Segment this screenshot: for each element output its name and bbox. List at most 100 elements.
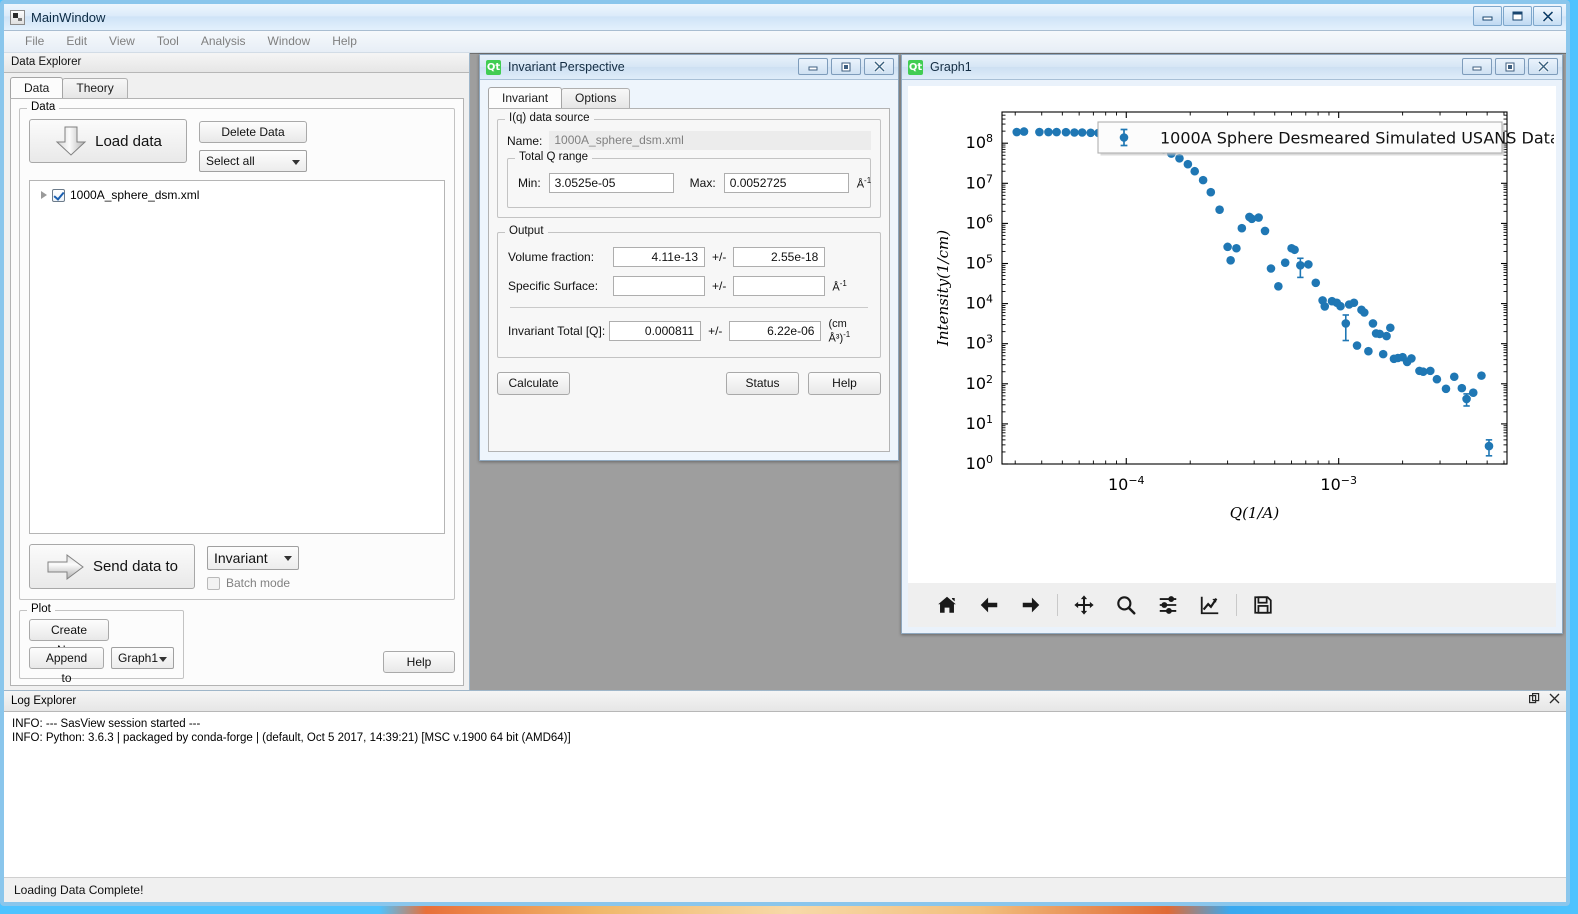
invariant-close-button[interactable] [864, 58, 894, 75]
volume-fraction-error-input[interactable] [733, 247, 826, 267]
tab-theory[interactable]: Theory [62, 78, 128, 98]
list-item[interactable]: 1000A_sphere_dsm.xml [34, 186, 440, 204]
batch-mode-label: Batch mode [226, 576, 291, 590]
svg-text:Q(1/A): Q(1/A) [1230, 504, 1280, 522]
svg-text:103: 103 [966, 333, 993, 353]
append-to-button[interactable]: Append to [29, 647, 104, 685]
invariant-titlebar: Qt Invariant Perspective [480, 55, 898, 80]
invariant-help-button[interactable]: Help [808, 371, 881, 395]
log-explorer-dock: Log Explorer INFO: --- SasView session s… [4, 690, 1566, 877]
volume-fraction-label: Volume fraction: [508, 250, 595, 264]
tab-options[interactable]: Options [561, 88, 631, 108]
graph-minimize-button[interactable] [1462, 58, 1492, 75]
graph-select-combo[interactable]: Graph1 [111, 647, 174, 669]
list-item-label: 1000A_sphere_dsm.xml [70, 188, 200, 202]
log-explorer-title: Log Explorer [11, 695, 77, 707]
menu-window[interactable]: Window [257, 31, 322, 52]
invariant-total-input[interactable] [609, 321, 702, 342]
name-value: 1000A_sphere_dsm.xml [549, 131, 871, 150]
menu-edit[interactable]: Edit [55, 31, 98, 52]
log-output[interactable]: INFO: --- SasView session started --- IN… [4, 712, 1566, 877]
mdi-area: Qt Invariant Perspective Invariant Optio… [470, 53, 1566, 690]
load-row: Load data Delete Data Select all [29, 119, 445, 172]
down-arrow-icon [54, 125, 88, 157]
specific-surface-error-input[interactable] [733, 276, 826, 296]
invariant-total-label: Invariant Total [Q]: [508, 324, 606, 339]
invariant-minimize-button[interactable] [798, 58, 828, 75]
svg-text:100: 100 [966, 453, 993, 473]
float-icon[interactable] [1529, 691, 1540, 711]
data-explorer-help-button[interactable]: Help [383, 651, 455, 673]
data-explorer-dock: Data Explorer Data Theory Data Load data… [4, 53, 470, 690]
menu-help[interactable]: Help [321, 31, 368, 52]
close-icon[interactable] [1549, 691, 1560, 711]
iq-data-source-legend: I(q) data source [505, 112, 594, 124]
menu-tool[interactable]: Tool [146, 31, 190, 52]
q-range-row: Min: Max: Å-1 [518, 173, 871, 193]
toolbar-separator [1236, 594, 1237, 616]
calculate-button[interactable]: Calculate [497, 371, 570, 395]
tab-invariant[interactable]: Invariant [488, 87, 563, 108]
menu-file[interactable]: File [14, 31, 55, 52]
graph-window-title: Graph1 [930, 60, 972, 74]
edit-curves-icon[interactable] [1189, 586, 1231, 624]
status-button[interactable]: Status [726, 371, 799, 395]
invariant-window-title: Invariant Perspective [508, 60, 625, 74]
delete-data-button[interactable]: Delete Data [199, 121, 307, 143]
invariant-total-pm: +/- [708, 324, 723, 339]
qmin-label: Min: [518, 176, 541, 190]
graph-maximize-button[interactable] [1495, 58, 1525, 75]
data-explorer-tabs: Data Theory [10, 77, 464, 98]
expand-triangle-icon[interactable] [41, 191, 47, 199]
configure-subplots-icon[interactable] [1147, 586, 1189, 624]
tab-data[interactable]: Data [10, 77, 64, 98]
total-q-range-legend: Total Q range [515, 151, 593, 163]
data-tree[interactable]: 1000A_sphere_dsm.xml [29, 180, 445, 534]
scatter-plot[interactable]: 100 101 102 103 104 105 106 107 108 10−4 10−3 Q(1/A… [908, 86, 1554, 568]
volume-fraction-input[interactable] [613, 247, 705, 267]
invariant-maximize-button[interactable] [831, 58, 861, 75]
close-button[interactable] [1533, 6, 1562, 26]
invariant-total-error-input[interactable] [729, 321, 822, 342]
data-group: Data Load data Delete Data Select all 10… [19, 101, 455, 600]
batch-mode-row[interactable]: Batch mode [207, 576, 299, 590]
invariant-total-row: Invariant Total [Q]: +/- (cm Å³)-1 [508, 318, 870, 345]
zoom-icon[interactable] [1105, 586, 1147, 624]
send-row: Send data to Invariant Batch mode [29, 544, 445, 590]
name-label: Name: [507, 133, 543, 148]
plot-group: Plot Create New Append to Graph1 [19, 603, 184, 685]
app-icon [10, 9, 25, 25]
data-explorer-title: Data Explorer [4, 53, 469, 73]
specific-surface-input[interactable] [613, 276, 705, 296]
qmin-input[interactable] [548, 173, 674, 193]
log-explorer-title-bar: Log Explorer [4, 691, 1566, 712]
invariant-window-buttons [798, 58, 894, 75]
back-arrow-icon[interactable] [968, 586, 1010, 624]
specific-surface-unit: Å-1 [832, 278, 847, 294]
forward-arrow-icon[interactable] [1010, 586, 1052, 624]
svg-text:108: 108 [966, 132, 993, 152]
save-figure-icon[interactable] [1242, 586, 1284, 624]
minimize-button[interactable] [1473, 6, 1502, 26]
load-data-label: Load data [95, 132, 162, 150]
create-new-button[interactable]: Create New [29, 619, 109, 657]
pan-icon[interactable] [1063, 586, 1105, 624]
send-data-to-button[interactable]: Send data to [29, 544, 195, 589]
item-checkbox[interactable] [52, 188, 65, 202]
svg-text:107: 107 [966, 172, 993, 192]
data-explorer-content: Data Theory Data Load data Delete Data S… [4, 73, 469, 690]
figure-area[interactable]: 100 101 102 103 104 105 106 107 108 10−4 10−3 Q(1/A… [908, 86, 1556, 583]
output-group: Output Volume fraction: +/- Specific Sur… [497, 225, 881, 358]
home-icon[interactable] [926, 586, 968, 624]
load-data-button[interactable]: Load data [29, 119, 187, 163]
maximize-button[interactable] [1503, 6, 1532, 26]
menu-view[interactable]: View [98, 31, 146, 52]
graph-close-button[interactable] [1528, 58, 1558, 75]
invariant-button-row: Calculate Status Help [497, 371, 881, 395]
qmax-input[interactable] [723, 173, 849, 193]
svg-text:10−3: 10−3 [1320, 474, 1357, 494]
batch-mode-checkbox[interactable] [207, 576, 220, 590]
select-all-combo[interactable]: Select all [199, 150, 307, 172]
perspective-combo[interactable]: Invariant [207, 546, 299, 570]
menu-analysis[interactable]: Analysis [190, 31, 257, 52]
